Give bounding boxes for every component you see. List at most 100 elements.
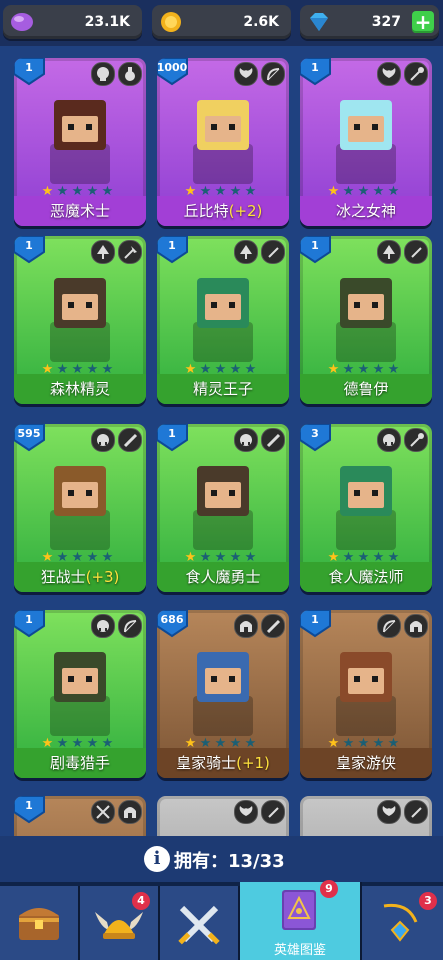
- star-rating: ★ ★ ★ ★ ★: [40, 358, 115, 377]
- tab-items[interactable]: 3: [362, 886, 443, 960]
- hero-card[interactable]: [300, 796, 432, 836]
- level-value: 1: [25, 61, 33, 74]
- level-badge: 1: [14, 796, 46, 824]
- hero-name-bar: 丘比特(+2): [157, 196, 289, 226]
- dagger-weapon-icon: [261, 800, 285, 824]
- hero-name: 丘比特: [183, 202, 229, 220]
- hero-card[interactable]: 3 ★ ★ ★ ★ ★ 食人魔法师: [300, 424, 432, 592]
- level-value: 686: [160, 613, 184, 626]
- tree-class-icon: [377, 240, 401, 264]
- tab-battle[interactable]: [160, 886, 240, 960]
- level-value: 1: [25, 239, 33, 252]
- hero-card[interactable]: 686 ★ ★ ★ ★ ★ 皇家骑士(+1): [157, 610, 289, 778]
- orc-class-icon: [91, 428, 115, 452]
- wings-class-icon: [234, 800, 258, 824]
- hero-portrait: [50, 466, 110, 550]
- hero-name-bar: 食人魔法师: [300, 562, 432, 592]
- star-rating: ★ ★ ★ ★ ★: [40, 732, 115, 751]
- level-badge: 1000: [157, 58, 189, 86]
- class-badges: [88, 428, 142, 452]
- gem-counter[interactable]: 23.1K: [3, 5, 142, 39]
- hero-name: 德鲁伊: [343, 380, 389, 398]
- bow-weapon-icon: [118, 614, 142, 638]
- hero-name-bar: 冰之女神: [300, 196, 432, 226]
- hero-card[interactable]: 1 ★ ★ ★ ★ ★ 德鲁伊: [300, 236, 432, 404]
- class-badges: [374, 800, 428, 824]
- staff-weapon-icon: [404, 428, 428, 452]
- hero-portrait: [308, 824, 424, 836]
- level-badge: 1: [14, 610, 46, 638]
- hero-name-bar: 精灵王子: [157, 374, 289, 404]
- tab-chest[interactable]: [0, 886, 80, 960]
- info-icon[interactable]: i: [144, 846, 170, 872]
- staff-weapon-icon: [404, 62, 428, 86]
- class-badges: [231, 800, 285, 824]
- wings-class-icon: [234, 62, 258, 86]
- items-badge: 3: [419, 892, 437, 910]
- hero-name: 恶魔术士: [49, 202, 110, 220]
- bow-weapon-icon: [261, 62, 285, 86]
- hero-portrait: [50, 100, 110, 184]
- gold-coin-icon: [161, 12, 181, 32]
- hero-bonus: (+1): [236, 754, 270, 772]
- hero-card[interactable]: 595 ★ ★ ★ ★ ★ 狂战士(+3): [14, 424, 146, 592]
- hero-card[interactable]: 1 ★ ★ ★ ★ ★ 精灵王子: [157, 236, 289, 404]
- level-badge: 1: [300, 58, 332, 86]
- hero-book-icon: [282, 890, 316, 930]
- class-badges: [231, 62, 285, 86]
- hero-card[interactable]: 1 ★ ★ ★ ★ ★ 恶魔术士: [14, 58, 146, 226]
- tab-hero-book[interactable]: 9 英雄图鉴: [240, 880, 362, 960]
- hero-card[interactable]: 1: [14, 796, 146, 836]
- hero-name: 狂战士: [40, 568, 86, 586]
- hero-card[interactable]: 1 ★ ★ ★ ★ ★ 剧毒猎手: [14, 610, 146, 778]
- star-rating: ★ ★ ★ ★ ★: [183, 732, 258, 751]
- star-rating: ★ ★ ★ ★ ★: [326, 358, 401, 377]
- hero-name-bar: 德鲁伊: [300, 374, 432, 404]
- level-badge: 1: [157, 236, 189, 264]
- level-badge: 1: [14, 236, 46, 264]
- hero-card[interactable]: 1000 ★ ★ ★ ★ ★ 丘比特(+2): [157, 58, 289, 226]
- star-rating: ★ ★ ★ ★ ★: [40, 180, 115, 199]
- tab-heroes[interactable]: 4: [80, 886, 160, 960]
- treasure-chest-icon: [19, 908, 59, 940]
- level-value: 1: [311, 239, 319, 252]
- hero-portrait: [165, 824, 281, 836]
- class-badges: [88, 62, 142, 86]
- level-badge: 686: [157, 610, 189, 638]
- helmet-class-icon: [118, 800, 142, 824]
- hero-portrait: [336, 278, 396, 362]
- hero-card[interactable]: [157, 796, 289, 836]
- hero-card[interactable]: 1 ★ ★ ★ ★ ★ 冰之女神: [300, 58, 432, 226]
- hero-portrait: [336, 652, 396, 736]
- hero-portrait: [50, 652, 110, 736]
- wings-class-icon: [377, 62, 401, 86]
- dagger-weapon-icon: [404, 800, 428, 824]
- gem-value: 23.1K: [84, 14, 130, 30]
- level-badge: 1: [157, 424, 189, 452]
- level-badge: 1: [14, 58, 46, 86]
- hero-card[interactable]: 1 ★ ★ ★ ★ ★ 食人魔勇士: [157, 424, 289, 592]
- orc-class-icon: [234, 428, 258, 452]
- hero-card[interactable]: 1 ★ ★ ★ ★ ★ 森林精灵: [14, 236, 146, 404]
- hero-portrait: [336, 466, 396, 550]
- hero-name: 剧毒猎手: [49, 754, 110, 772]
- hero-name-bar: 皇家骑士(+1): [157, 748, 289, 778]
- level-badge: 595: [14, 424, 46, 452]
- orc-class-icon: [377, 428, 401, 452]
- class-badges: [231, 428, 285, 452]
- class-badges: [231, 614, 285, 638]
- collection-count: 13/33: [228, 851, 285, 872]
- level-value: 1: [168, 427, 176, 440]
- add-diamond-button[interactable]: +: [412, 11, 434, 33]
- diamond-counter[interactable]: 327 +: [300, 5, 439, 39]
- hero-name: 食人魔法师: [328, 568, 404, 586]
- sword-weapon-icon: [261, 428, 285, 452]
- purple-gem-icon: [11, 13, 33, 31]
- tree-class-icon: [234, 240, 258, 264]
- hero-card[interactable]: 1 ★ ★ ★ ★ ★ 皇家游侠: [300, 610, 432, 778]
- level-value: 3: [311, 427, 319, 440]
- flask-weapon-icon: [118, 62, 142, 86]
- hero-portrait: [336, 100, 396, 184]
- hero-grid: 1 ★ ★ ★ ★ ★ 恶魔术士 1000 ★ ★ ★ ★ ★ 丘比特(+2) 1 ★ ★ ★ ★ ★ 冰之女神 1 ★ ★ ★…: [0, 46, 443, 836]
- coin-counter[interactable]: 2.6K: [152, 5, 291, 39]
